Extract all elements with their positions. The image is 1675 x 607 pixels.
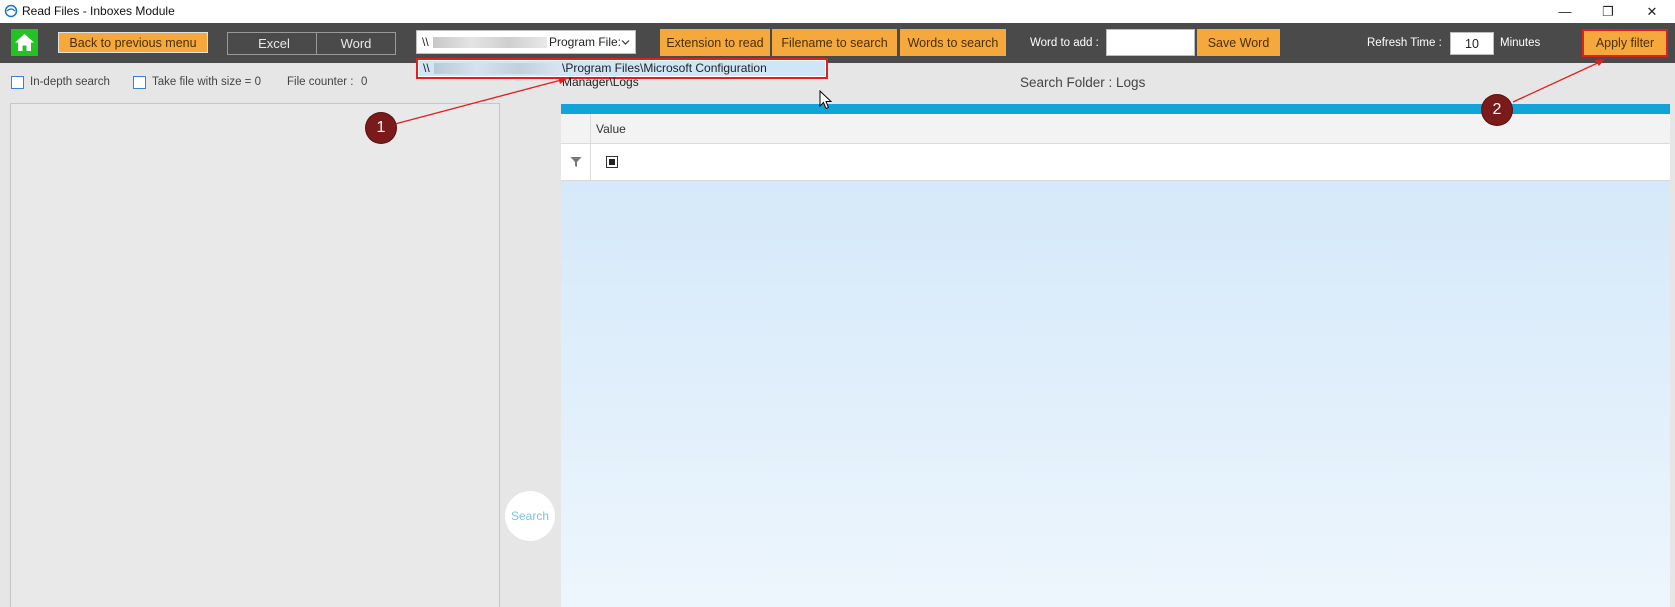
annotation-marker-1: 1 (366, 113, 396, 143)
annotation-arrows (394, 59, 1605, 125)
annotation-arrow-1 (394, 78, 566, 125)
marker-1-label: 1 (376, 119, 386, 136)
arrow-head-1 (558, 77, 568, 84)
arrow-head-2 (1595, 59, 1605, 66)
marker-2-label: 2 (1492, 101, 1502, 118)
annotation-marker-2: 2 (1482, 95, 1512, 125)
annotation-arrow-2 (1512, 60, 1603, 103)
